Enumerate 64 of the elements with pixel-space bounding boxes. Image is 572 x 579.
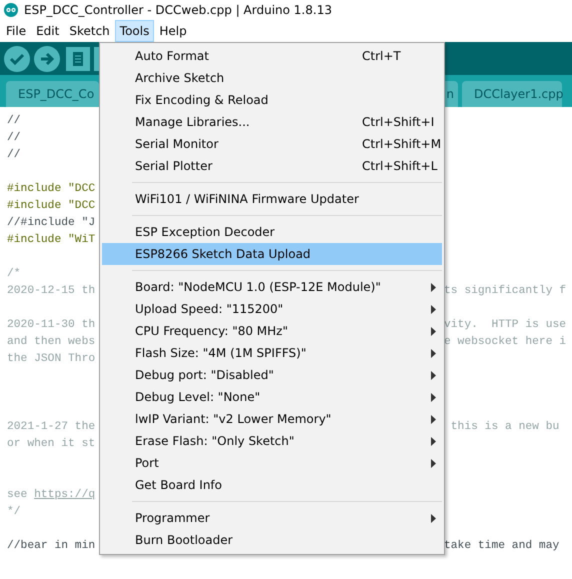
code-line: or when it st [7, 436, 96, 452]
submenu-arrow-icon [431, 305, 436, 314]
code-line: take time and may [444, 538, 560, 554]
code-line: see https://q [7, 488, 96, 503]
code-line: #include "DCC [7, 182, 96, 197]
upload-button[interactable] [34, 46, 60, 72]
submenu-arrow-icon [431, 437, 436, 446]
menu-item[interactable]: Upload Speed: "115200" [102, 298, 442, 320]
submenu-arrow-icon [431, 371, 436, 380]
menu-item[interactable]: Sketch [64, 20, 115, 42]
menu-item[interactable]: WiFi101 / WiFiNINA Firmware Updater [102, 188, 442, 210]
code-line: 2020-12-15 th [7, 284, 96, 299]
code-line: // [7, 114, 21, 129]
menu-item[interactable]: Edit [31, 20, 64, 42]
menu-item[interactable]: Erase Flash: "Only Sketch" [102, 430, 442, 452]
menu-item[interactable]: Debug port: "Disabled" [102, 364, 442, 386]
code-line: #include "WiT [7, 232, 96, 248]
code-line: this is a new bu [450, 420, 560, 435]
menu-item[interactable]: Help [154, 20, 192, 42]
code-line: //bear in min [7, 538, 96, 554]
submenu-arrow-icon [431, 393, 436, 402]
menu-item[interactable]: Debug Level: "None" [102, 386, 442, 408]
menu-item[interactable]: CPU Frequency: "80 MHz" [102, 320, 442, 342]
menu-item[interactable]: Tools [114, 20, 154, 42]
code-line: //#include "J [7, 216, 96, 231]
menu-item[interactable]: Flash Size: "4M (1M SPIFFS)" [102, 342, 442, 364]
menu-item[interactable]: ESP8266 Sketch Data Upload [102, 243, 442, 265]
code-line: e websocket here i [444, 334, 566, 350]
app-logo-icon [4, 3, 18, 17]
submenu-arrow-icon [431, 415, 436, 424]
code-line: 2021-1-27 the [7, 420, 96, 435]
code-line: the JSON Thro [7, 352, 96, 367]
code-line: and then webs [7, 334, 96, 350]
menu-item[interactable]: Burn Bootloader [102, 529, 442, 551]
menu-item[interactable]: Serial Monitor Ctrl+Shift+M [102, 133, 442, 155]
window-title: ESP_DCC_Controller - DCCweb.cpp | Arduino 1.8.13 [24, 2, 332, 19]
menu-item[interactable]: Programmer [102, 507, 442, 529]
code-line: #include "DCC [7, 198, 96, 214]
code-line: ts significantly f [444, 284, 566, 299]
menu-item[interactable]: Manage Libraries... Ctrl+Shift+I [102, 111, 442, 133]
verify-button[interactable] [4, 46, 30, 72]
shortcut-label: Ctrl+Shift+M [362, 136, 442, 153]
shortcut-label: Ctrl+Shift+L [362, 158, 438, 175]
new-sketch-button[interactable] [66, 46, 90, 70]
menu-item[interactable]: lwIP Variant: "v2 Lower Memory" [102, 408, 442, 430]
code-line: */ [7, 504, 21, 520]
code-line: // [7, 148, 21, 163]
submenu-arrow-icon [431, 514, 436, 523]
submenu-arrow-icon [431, 349, 436, 358]
submenu-arrow-icon [431, 283, 436, 292]
code-line: /* [7, 266, 21, 282]
code-line: vity. HTTP is use [444, 318, 566, 333]
menu-item[interactable]: Serial Plotter Ctrl+Shift+L [102, 155, 442, 177]
submenu-arrow-icon [431, 327, 436, 336]
shortcut-label: Ctrl+T [362, 48, 401, 65]
menu-item[interactable]: Get Board Info [102, 474, 442, 496]
shortcut-label: Ctrl+Shift+I [362, 114, 434, 131]
code-line: 2020-11-30 th [7, 318, 96, 333]
submenu-arrow-icon [431, 459, 436, 468]
code-line: // [7, 130, 21, 146]
menu-item[interactable]: File [1, 20, 32, 42]
menu-item[interactable]: ESP Exception Decoder [102, 221, 442, 243]
menu-item[interactable]: Board: "NodeMCU 1.0 (ESP-12E Module)" [102, 276, 442, 298]
menu-item[interactable]: Port [102, 452, 442, 474]
